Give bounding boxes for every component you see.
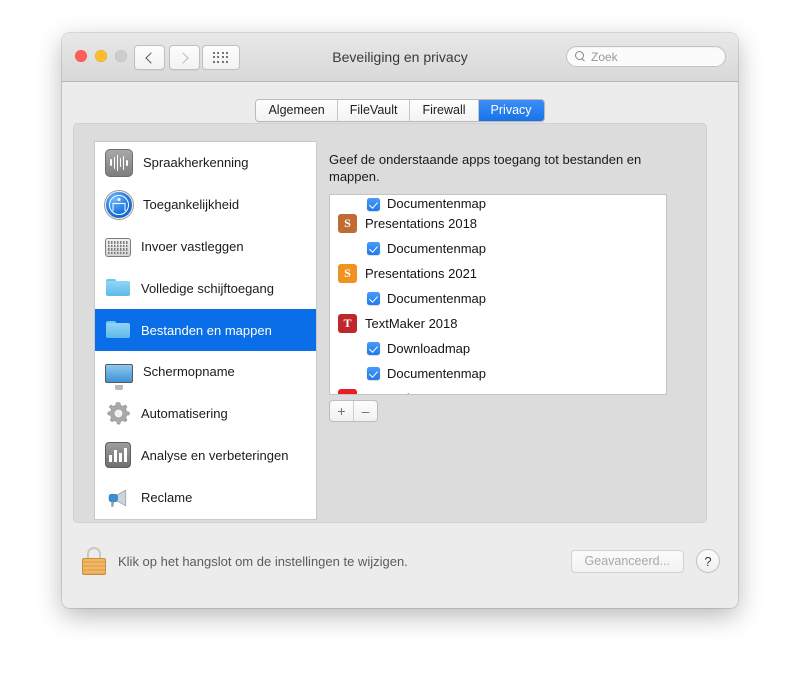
checkbox-checked-icon[interactable] (367, 292, 380, 305)
checkbox-checked-icon[interactable] (367, 198, 380, 211)
permission-label: Documentenmap (387, 241, 486, 256)
app-label: TextMaker 2021 (365, 391, 458, 395)
app-icon: S (338, 264, 357, 283)
lock-button[interactable] (82, 547, 106, 574)
sidebar-item-label: Schermopname (143, 364, 235, 379)
sidebar-item-spraakherkenning[interactable]: Spraakherkenning (95, 142, 316, 184)
tab-group: Algemeen FileVault Firewall Privacy (255, 99, 544, 122)
tab-filevault[interactable]: FileVault (338, 100, 411, 121)
list-item[interactable]: Documentenmap (330, 236, 666, 261)
checkbox-checked-icon[interactable] (367, 367, 380, 380)
permission-label: Documentenmap (387, 196, 486, 211)
window-titlebar: Beveiliging en privacy Zoek (62, 33, 738, 82)
display-icon (105, 364, 133, 383)
sidebar-item-label: Invoer vastleggen (141, 239, 244, 254)
padlock-body-icon (82, 558, 106, 575)
checkbox-checked-icon[interactable] (367, 342, 380, 355)
remove-app-button[interactable]: – (354, 401, 377, 421)
keyboard-icon (105, 238, 131, 257)
window-footer: Klik op het hangslot om de instellingen … (62, 535, 738, 608)
list-item[interactable]: T TextMaker 2018 (330, 311, 666, 336)
sidebar-item-label: Volledige schijftoegang (141, 281, 274, 296)
app-label: Presentations 2021 (365, 266, 477, 281)
screen: Beveiliging en privacy Zoek Algemeen Fil… (0, 0, 792, 685)
bar-chart-icon (105, 442, 131, 468)
folder-icon (105, 317, 131, 343)
folder-icon (105, 275, 131, 301)
sidebar-item-volledige-schijftoegang[interactable]: Volledige schijftoegang (95, 267, 316, 309)
checkbox-checked-icon[interactable] (367, 242, 380, 255)
permission-label: Downloadmap (387, 341, 470, 356)
sidebar-item-label: Analyse en verbeteringen (141, 448, 288, 463)
megaphone-icon (105, 484, 131, 510)
sidebar-item-label: Automatisering (141, 406, 228, 421)
list-item[interactable]: Documentenmap (330, 361, 666, 386)
app-permission-list[interactable]: Documentenmap S Presentations 2018 Docum… (329, 194, 667, 395)
gear-icon (105, 401, 131, 427)
search-icon (575, 51, 586, 62)
app-icon: S (338, 214, 357, 233)
add-remove-controls: + – (329, 400, 378, 422)
sidebar-item-invoer-vastleggen[interactable]: Invoer vastleggen (95, 226, 316, 268)
tab-firewall[interactable]: Firewall (410, 100, 478, 121)
sidebar-item-label: Toegankelijkheid (143, 197, 239, 212)
detail-description: Geef de onderstaande apps toegang tot be… (329, 151, 649, 185)
sidebar-item-toegankelijkheid[interactable]: Toegankelijkheid (95, 184, 316, 226)
sidebar-item-analyse-en-verbeteringen[interactable]: Analyse en verbeteringen (95, 435, 316, 477)
sidebar-item-label: Bestanden en mappen (141, 323, 272, 338)
privacy-panel: Spraakherkenning Toegankelijkheid Invoer… (73, 123, 707, 523)
sidebar-item-automatisering[interactable]: Automatisering (95, 393, 316, 435)
app-label: TextMaker 2018 (365, 316, 458, 331)
app-label: Presentations 2018 (365, 216, 477, 231)
tab-privacy[interactable]: Privacy (479, 100, 544, 121)
permission-label: Documentenmap (387, 291, 486, 306)
waveform-icon (105, 149, 133, 177)
app-icon: T (338, 314, 357, 333)
sidebar-item-reclame[interactable]: Reclame (95, 476, 316, 518)
accessibility-icon (105, 191, 133, 219)
search-placeholder: Zoek (591, 50, 618, 64)
system-preferences-window: Beveiliging en privacy Zoek Algemeen Fil… (62, 33, 738, 608)
list-item[interactable]: T TextMaker 2021 (330, 386, 666, 395)
list-item[interactable]: Downloadmap (330, 336, 666, 361)
app-icon: T (338, 389, 357, 395)
sidebar-item-label: Reclame (141, 490, 192, 505)
add-app-button[interactable]: + (330, 401, 354, 421)
advanced-button[interactable]: Geavanceerd... (571, 550, 684, 573)
sidebar-item-label: Spraakherkenning (143, 155, 249, 170)
list-item[interactable]: S Presentations 2021 (330, 261, 666, 286)
tab-algemeen[interactable]: Algemeen (256, 100, 337, 121)
permission-label: Documentenmap (387, 366, 486, 381)
sidebar-item-bestanden-en-mappen[interactable]: Bestanden en mappen (95, 309, 316, 351)
help-button[interactable]: ? (696, 549, 720, 573)
sidebar-item-schermopname[interactable]: Schermopname (95, 351, 316, 393)
list-item[interactable]: Documentenmap (330, 195, 666, 211)
detail-pane: Geef de onderstaande apps toegang tot be… (325, 141, 686, 518)
tab-bar: Algemeen FileVault Firewall Privacy (62, 99, 738, 122)
list-item[interactable]: Documentenmap (330, 286, 666, 311)
lock-hint-text: Klik op het hangslot om de instellingen … (118, 554, 408, 569)
list-item[interactable]: S Presentations 2018 (330, 211, 666, 236)
search-field[interactable]: Zoek (566, 46, 726, 67)
service-list: Spraakherkenning Toegankelijkheid Invoer… (94, 141, 317, 520)
